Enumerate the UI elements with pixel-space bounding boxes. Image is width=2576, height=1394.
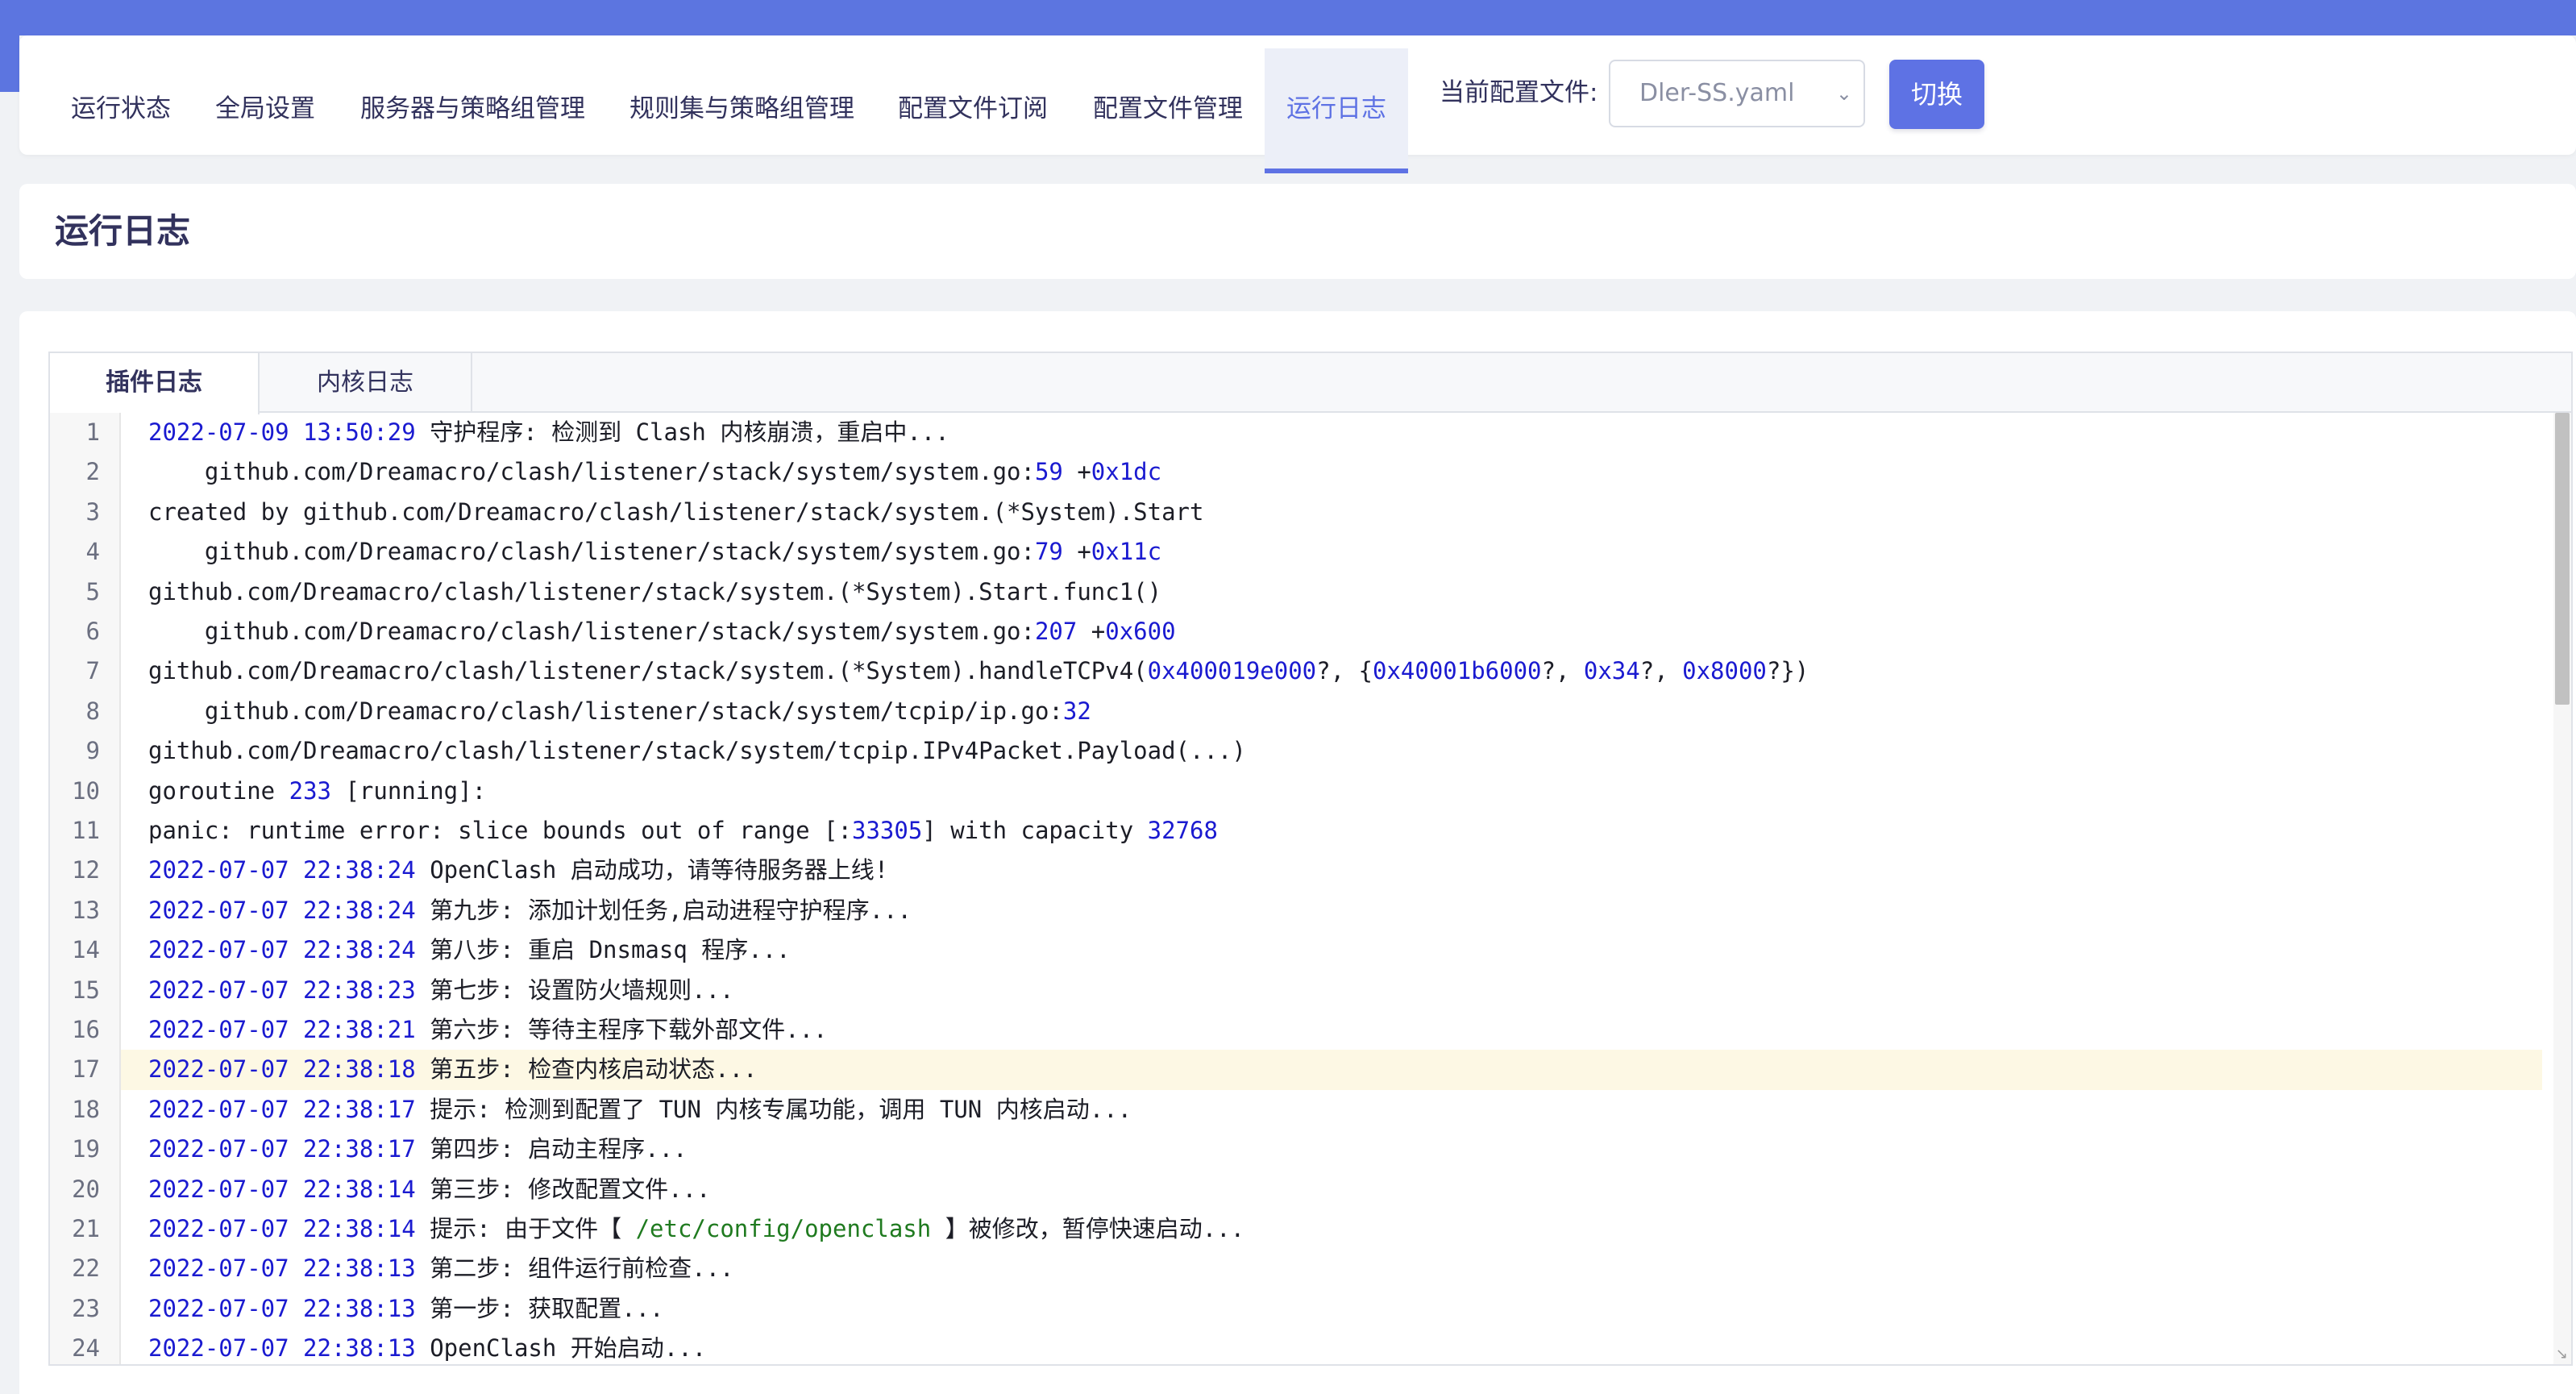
log-line-text: github.com/Dreamacro/clash/listener/stac…	[148, 577, 1162, 605]
log-line: 11 panic: runtime error: slice bounds out…	[50, 811, 2542, 851]
line-number: 13	[72, 896, 100, 924]
tab-status[interactable]: 运行状态	[71, 48, 171, 173]
main-card: 插件日志 内核日志 1 2022-07-09 13:50:29 守护程序: 检测到…	[19, 311, 2576, 1394]
log-line-text: 2022-07-07 22:38:17 第四步: 启动主程序...	[148, 1135, 688, 1163]
resize-handle-icon[interactable]: ↘	[2556, 1346, 2568, 1363]
log-line-text: github.com/Dreamacro/clash/listener/stac…	[148, 657, 1809, 685]
scrollbar-thumb[interactable]	[2555, 413, 2570, 705]
log-line: 23 2022-07-07 22:38:13 第一步: 获取配置...	[50, 1289, 2542, 1329]
log-line: 10 goroutine 233 [running]:	[50, 772, 2542, 811]
tab-rulesets-groups[interactable]: 规则集与策略组管理	[629, 48, 854, 173]
line-number: 11	[72, 817, 100, 844]
top-bar	[0, 0, 2576, 35]
line-number: 5	[85, 577, 100, 605]
log-line-text: 2022-07-07 22:38:18 第五步: 检查内核启动状态...	[148, 1055, 758, 1084]
log-line: 8 github.com/Dreamacro/clash/listener/st…	[50, 692, 2542, 731]
log-line: 14 2022-07-07 22:38:24 第八步: 重启 Dnsmasq 程序…	[50, 930, 2542, 970]
line-number: 17	[72, 1055, 100, 1084]
line-number: 2	[85, 458, 100, 486]
log-tabs: 插件日志 内核日志	[50, 353, 2571, 414]
log-line: 7 github.com/Dreamacro/clash/listener/sta…	[50, 651, 2542, 691]
line-number: 20	[72, 1175, 100, 1203]
log-line-text: 2022-07-07 22:38:24 第八步: 重启 Dnsmasq 程序..…	[148, 936, 791, 964]
log-line-text: github.com/Dreamacro/clash/listener/stac…	[148, 458, 1162, 486]
log-line-text: 2022-07-07 22:38:17 提示: 检测到配置了 TUN 内核专属功…	[148, 1095, 1132, 1123]
log-line-text: 2022-07-07 22:38:13 第二步: 组件运行前检查...	[148, 1255, 734, 1283]
log-line: 9 github.com/Dreamacro/clash/listener/sta…	[50, 731, 2542, 771]
tab-run-log[interactable]: 运行日志	[1265, 48, 1408, 173]
log-line-text: 2022-07-09 13:50:29 守护程序: 检测到 Clash 内核崩溃…	[148, 418, 949, 446]
line-number: 6	[85, 618, 100, 645]
chevron-down-icon: ⌄	[1835, 82, 1852, 105]
line-number: 18	[72, 1095, 100, 1123]
log-line: 15 2022-07-07 22:38:23 第七步: 设置防火墙规则...	[50, 971, 2542, 1010]
log-line: 12 2022-07-07 22:38:24 OpenClash 启动成功，请等待…	[50, 851, 2542, 890]
config-label: 当前配置文件:	[1440, 78, 1598, 107]
log-line: 19 2022-07-07 22:38:17 第四步: 启动主程序...	[50, 1130, 2542, 1169]
nav-card: 运行状态 全局设置 服务器与策略组管理 规则集与策略组管理 配置文件订阅 配置文…	[19, 35, 2576, 173]
line-number: 10	[72, 776, 100, 805]
line-number: 14	[72, 936, 100, 964]
log-line-text: github.com/Dreamacro/clash/listener/stac…	[148, 618, 1176, 645]
page-title: 运行日志	[55, 211, 191, 251]
line-number: 3	[85, 497, 100, 526]
line-number: 19	[72, 1135, 100, 1163]
log-line-text: 2022-07-07 22:38:24 第九步: 添加计划任务,启动进程守护程序…	[148, 896, 912, 924]
log-line: 1 2022-07-09 13:50:29 守护程序: 检测到 Clash 内核崩…	[50, 413, 2542, 452]
log-line-text: 2022-07-07 22:38:24 OpenClash 启动成功，请等待服务…	[148, 856, 889, 884]
log-line-text: 2022-07-07 22:38:13 OpenClash 开始启动...	[148, 1334, 707, 1363]
log-line: 4 github.com/Dreamacro/clash/listener/st…	[50, 532, 2542, 572]
line-number: 15	[72, 976, 100, 1004]
tab-plugin-log[interactable]: 插件日志	[50, 353, 260, 414]
log-line-text: panic: runtime error: slice bounds out o…	[148, 817, 1218, 844]
log-line-text: github.com/Dreamacro/clash/listener/stac…	[148, 737, 1246, 765]
log-line-text: github.com/Dreamacro/clash/listener/stac…	[148, 538, 1162, 566]
log-line-text: goroutine 233 [running]:	[148, 776, 487, 805]
config-file-select[interactable]: Dler-SS.yaml ⌄	[1609, 60, 1865, 127]
log-line: 3 created by github.com/Dreamacro/clash/l…	[50, 493, 2542, 532]
log-line: 16 2022-07-07 22:38:21 第六步: 等待主程序下载外部文件..…	[50, 1010, 2542, 1050]
log-line: 5 github.com/Dreamacro/clash/listener/sta…	[50, 572, 2542, 612]
tab-global-settings[interactable]: 全局设置	[215, 48, 315, 173]
title-card: 运行日志	[19, 184, 2576, 279]
line-number: 9	[85, 737, 100, 765]
log-line: 13 2022-07-07 22:38:24 第九步: 添加计划任务,启动进程守护…	[50, 891, 2542, 930]
log-line: 6 github.com/Dreamacro/clash/listener/st…	[50, 612, 2542, 651]
log-line: 17 2022-07-07 22:38:18 第五步: 检查内核启动状态...	[50, 1050, 2542, 1090]
line-number: 8	[85, 697, 100, 725]
config-file-value: Dler-SS.yaml	[1639, 79, 1795, 107]
tab-config-subscribe[interactable]: 配置文件订阅	[898, 48, 1048, 173]
line-number: 7	[85, 657, 100, 685]
log-line-text: 2022-07-07 22:38:14 第三步: 修改配置文件...	[148, 1175, 711, 1203]
log-line-text: created by github.com/Dreamacro/clash/li…	[148, 497, 1204, 526]
line-number: 12	[72, 856, 100, 884]
log-line-text: github.com/Dreamacro/clash/listener/stac…	[148, 697, 1091, 725]
log-line-text: 2022-07-07 22:38:23 第七步: 设置防火墙规则...	[148, 976, 734, 1004]
line-number: 22	[72, 1255, 100, 1283]
line-number: 23	[72, 1294, 100, 1322]
switch-button[interactable]: 切换	[1889, 60, 1984, 129]
scrollbar-track[interactable]	[2553, 413, 2571, 1364]
line-number: 24	[72, 1334, 100, 1363]
log-line-text: 2022-07-07 22:38:13 第一步: 获取配置...	[148, 1294, 664, 1322]
tab-servers-groups[interactable]: 服务器与策略组管理	[360, 48, 585, 173]
tab-core-log[interactable]: 内核日志	[260, 353, 472, 413]
log-line-text: 2022-07-07 22:38:14 提示: 由于文件【 /etc/confi…	[148, 1215, 1245, 1242]
line-number: 4	[85, 538, 100, 566]
log-line: 18 2022-07-07 22:38:17 提示: 检测到配置了 TUN 内核专…	[50, 1090, 2542, 1130]
log-box: 插件日志 内核日志 1 2022-07-09 13:50:29 守护程序: 检测到…	[48, 352, 2573, 1366]
top-bar-edge	[0, 35, 19, 92]
log-line: 21 2022-07-07 22:38:14 提示: 由于文件【 /etc/con…	[50, 1209, 2542, 1249]
line-number: 1	[85, 418, 100, 446]
log-editor[interactable]: 1 2022-07-09 13:50:29 守护程序: 检测到 Clash 内核崩…	[50, 413, 2571, 1364]
log-line: 2 github.com/Dreamacro/clash/listener/st…	[50, 452, 2542, 492]
tab-config-manage[interactable]: 配置文件管理	[1093, 48, 1243, 173]
log-line: 22 2022-07-07 22:38:13 第二步: 组件运行前检查...	[50, 1249, 2542, 1288]
log-line-text: 2022-07-07 22:38:21 第六步: 等待主程序下载外部文件...	[148, 1016, 828, 1043]
line-number: 16	[72, 1016, 100, 1043]
log-line: 24 2022-07-07 22:38:13 OpenClash 开始启动...	[50, 1329, 2542, 1364]
line-number: 21	[72, 1215, 100, 1242]
log-line: 20 2022-07-07 22:38:14 第三步: 修改配置文件...	[50, 1170, 2542, 1209]
